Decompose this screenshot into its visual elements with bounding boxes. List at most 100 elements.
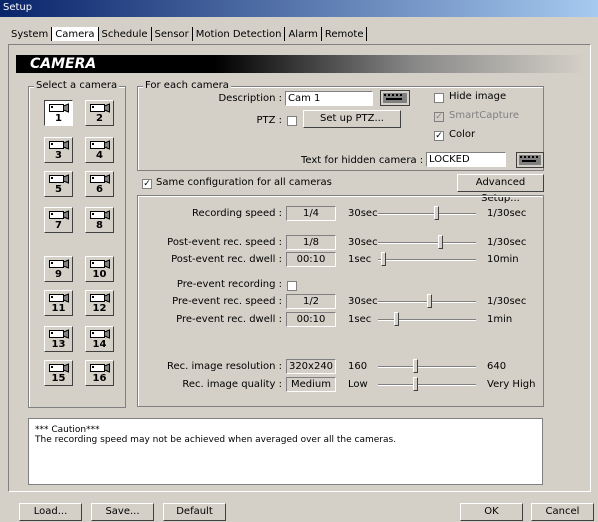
camera-button-13[interactable]: 13	[44, 326, 73, 352]
keyboard-icon[interactable]	[380, 90, 410, 109]
camera-button-7[interactable]: 7	[44, 207, 73, 233]
camera-icon	[48, 259, 69, 269]
save-button[interactable]: Save...	[91, 503, 154, 521]
post-event-speed-value: 1/8	[286, 235, 336, 250]
color-checkbox[interactable]: ✓	[434, 131, 444, 141]
pre-event-dwell-slider-thumb[interactable]	[393, 312, 399, 326]
ptz-checkbox[interactable]	[287, 116, 297, 126]
load-button[interactable]: Load...	[19, 503, 82, 521]
ok-button[interactable]: OK	[460, 503, 523, 521]
camera-button-3[interactable]: 3	[44, 137, 73, 163]
pre-event-speed-label: Pre-event rec. speed :	[172, 296, 282, 307]
image-quality-value: Medium	[286, 377, 336, 392]
page-title: CAMERA	[16, 55, 585, 73]
camera-number: 11	[51, 303, 66, 314]
post-event-speed-slider[interactable]	[378, 242, 476, 244]
pre-event-speed-value: 1/2	[286, 294, 336, 309]
camera-icon	[48, 363, 69, 373]
camera-button-4[interactable]: 4	[85, 137, 114, 163]
cancel-button[interactable]: Cancel	[531, 503, 594, 521]
camera-number: 2	[96, 113, 103, 124]
camera-icon	[89, 174, 110, 184]
camera-icon	[89, 363, 110, 373]
caution-text: The recording speed may not be achieved …	[35, 435, 397, 445]
pre-event-dwell-min: 1sec	[348, 314, 372, 325]
camera-icon	[48, 174, 69, 184]
camera-button-15[interactable]: 15	[44, 360, 73, 386]
description-field[interactable]: Cam 1	[285, 91, 373, 106]
image-resolution-label: Rec. image resolution :	[166, 361, 282, 372]
camera-icon	[89, 293, 110, 303]
tab-motion-detection[interactable]: Motion Detection	[193, 27, 286, 41]
image-resolution-value: 320x240	[286, 359, 336, 374]
keyboard-icon[interactable]	[516, 152, 544, 171]
camera-button-6[interactable]: 6	[85, 171, 114, 197]
camera-button-1[interactable]: 1	[44, 100, 73, 126]
pre-event-dwell-label: Pre-event rec. dwell :	[176, 314, 282, 325]
advanced-setup-button[interactable]: Advanced Setup...	[457, 174, 544, 204]
camera-number: 6	[96, 184, 103, 195]
description-label: Description :	[218, 93, 282, 104]
image-quality-slider-thumb[interactable]	[413, 377, 419, 391]
hide-image-checkbox[interactable]	[434, 93, 444, 103]
recording-speed-slider-thumb[interactable]	[433, 206, 439, 220]
camera-button-16[interactable]: 16	[85, 360, 114, 386]
camera-button-8[interactable]: 8	[85, 207, 114, 233]
camera-button-14[interactable]: 14	[85, 326, 114, 352]
post-event-dwell-slider-thumb[interactable]	[380, 252, 386, 266]
camera-icon	[48, 293, 69, 303]
camera-number: 7	[55, 220, 62, 231]
camera-icon	[89, 210, 110, 220]
color-label: Color	[449, 129, 476, 140]
same-config-checkbox[interactable]: ✓	[142, 179, 152, 189]
recording-speed-max: 1/30sec	[487, 208, 527, 219]
post-event-dwell-slider[interactable]	[378, 259, 476, 261]
tab-alarm[interactable]: Alarm	[285, 27, 322, 41]
camera-button-2[interactable]: 2	[85, 100, 114, 126]
image-quality-slider[interactable]	[378, 384, 476, 386]
post-event-speed-max: 1/30sec	[487, 237, 527, 248]
recording-speed-slider[interactable]	[378, 213, 476, 215]
title-bar: Setup	[0, 0, 598, 17]
tab-camera[interactable]: Camera	[52, 27, 99, 41]
camera-icon	[48, 210, 69, 220]
camera-button-9[interactable]: 9	[44, 256, 73, 282]
image-resolution-slider[interactable]	[378, 366, 476, 368]
smartcapture-checkbox: ✓	[434, 112, 444, 122]
caution-title: *** Caution***	[35, 425, 100, 435]
camera-number: 9	[55, 269, 62, 280]
tab-schedule[interactable]: Schedule	[99, 27, 152, 41]
pre-recording-checkbox[interactable]	[287, 281, 297, 291]
camera-button-5[interactable]: 5	[44, 171, 73, 197]
camera-button-11[interactable]: 11	[44, 290, 73, 316]
camera-number: 5	[55, 184, 62, 195]
post-event-speed-min: 30sec	[348, 237, 378, 248]
image-quality-label: Rec. image quality :	[182, 379, 282, 390]
camera-button-12[interactable]: 12	[85, 290, 114, 316]
recording-speed-label: Recording speed :	[192, 208, 282, 219]
recording-speed-value: 1/4	[286, 206, 336, 221]
tab-sensor[interactable]: Sensor	[152, 27, 193, 41]
hidden-text-field[interactable]: LOCKED	[426, 152, 506, 167]
post-event-dwell-label: Post-event rec. dwell :	[171, 254, 282, 265]
image-resolution-slider-thumb[interactable]	[413, 359, 419, 373]
pre-event-dwell-value: 00:10	[286, 312, 336, 327]
post-event-speed-label: Post-event rec. speed :	[167, 237, 282, 248]
camera-icon	[89, 259, 110, 269]
recording-speed-min: 30sec	[348, 208, 378, 219]
camera-number: 10	[92, 269, 107, 280]
pre-event-speed-min: 30sec	[348, 296, 378, 307]
camera-select-label: Select a camera	[34, 80, 120, 91]
tab-remote[interactable]: Remote	[322, 27, 368, 41]
default-button[interactable]: Default	[163, 503, 226, 521]
camera-icon	[89, 103, 110, 113]
tab-system[interactable]: System	[8, 27, 53, 41]
pre-event-speed-slider-thumb[interactable]	[427, 294, 433, 308]
camera-button-10[interactable]: 10	[85, 256, 114, 282]
camera-number: 4	[96, 150, 103, 161]
post-event-speed-slider-thumb[interactable]	[438, 235, 444, 249]
setup-ptz-button[interactable]: Set up PTZ...	[303, 110, 401, 128]
pre-event-dwell-slider[interactable]	[378, 319, 476, 321]
tab-strip: System Camera Schedule Sensor Motion Det…	[8, 27, 368, 43]
image-resolution-max: 640	[487, 361, 507, 372]
